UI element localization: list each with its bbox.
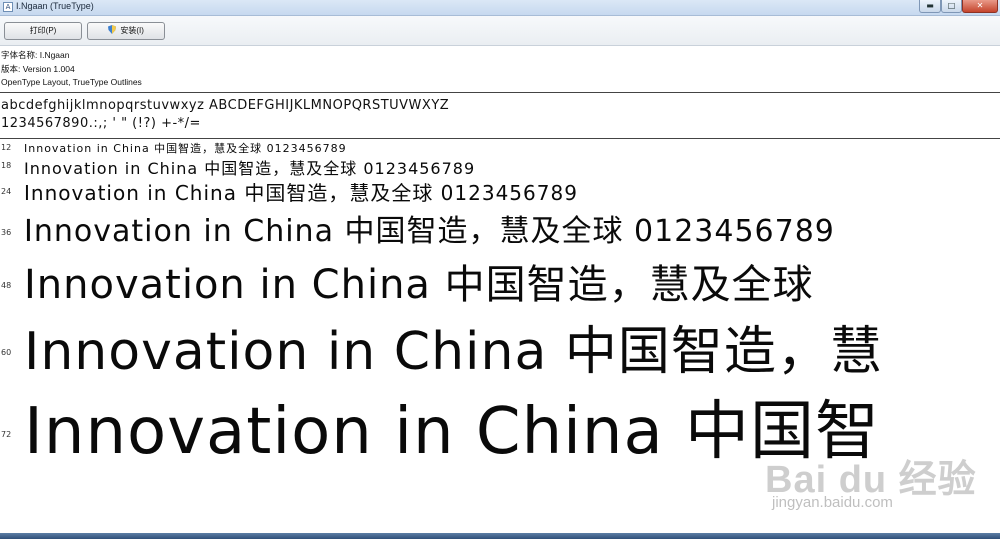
size-label: 18 [1, 161, 12, 170]
font-version-info: 版本: Version 1.004 [1, 64, 75, 74]
sample-text: Innovation in China 中国智造，慧及全球 0123456789 [24, 214, 835, 249]
print-button-label: 打印(P) [29, 26, 57, 35]
close-icon: ✕ [976, 1, 984, 10]
size-label: 72 [1, 430, 12, 439]
shield-icon [108, 25, 117, 34]
close-button[interactable]: ✕ [962, 0, 998, 13]
divider [0, 138, 1000, 139]
sample-text: Innovation in China 中国智造，慧及全球 0123456789 [24, 181, 578, 205]
install-button[interactable]: 安装(I) [87, 22, 165, 40]
sample-text: Innovation in China 中国智 [24, 395, 881, 469]
install-button-label: 安装(I) [120, 26, 144, 35]
maximize-button[interactable]: □ [941, 0, 962, 13]
taskbar [0, 533, 1000, 539]
title-bar: A I.Ngaan (TrueType) ▬ □ ✕ [0, 0, 1000, 16]
size-label: 60 [1, 348, 12, 357]
charset-letters: abcdefghijklmnopqrstuvwxyz ABCDEFGHIJKLM… [1, 98, 450, 113]
minimize-button[interactable]: ▬ [919, 0, 941, 13]
divider [0, 92, 1000, 93]
font-file-icon: A [3, 2, 13, 12]
toolbar: 打印(P) 安装(I) [0, 16, 1000, 46]
minimize-icon: ▬ [926, 1, 934, 10]
sample-text: Innovation in China 中国智造，慧及全球 0123456789 [24, 159, 476, 178]
maximize-icon: □ [947, 1, 956, 10]
size-label: 24 [1, 187, 12, 196]
size-label: 36 [1, 228, 12, 237]
sample-text: Innovation in China 中国智造，慧 [24, 322, 883, 382]
sample-text: Innovation in China 中国智造，慧及全球 [24, 262, 814, 308]
window-title: I.Ngaan (TrueType) [16, 1, 94, 11]
font-name-info: 字体名称: I.Ngaan [1, 50, 70, 60]
print-button[interactable]: 打印(P) [4, 22, 82, 40]
charset-digits: 1234567890.:,; ' " (!?) +-*/= [1, 116, 201, 131]
font-outline-info: OpenType Layout, TrueType Outlines [1, 77, 142, 87]
sample-text: Innovation in China 中国智造，慧及全球 0123456789 [24, 142, 347, 155]
size-label: 48 [1, 281, 12, 290]
size-label: 12 [1, 143, 12, 152]
watermark-url: jingyan.baidu.com [772, 494, 893, 511]
